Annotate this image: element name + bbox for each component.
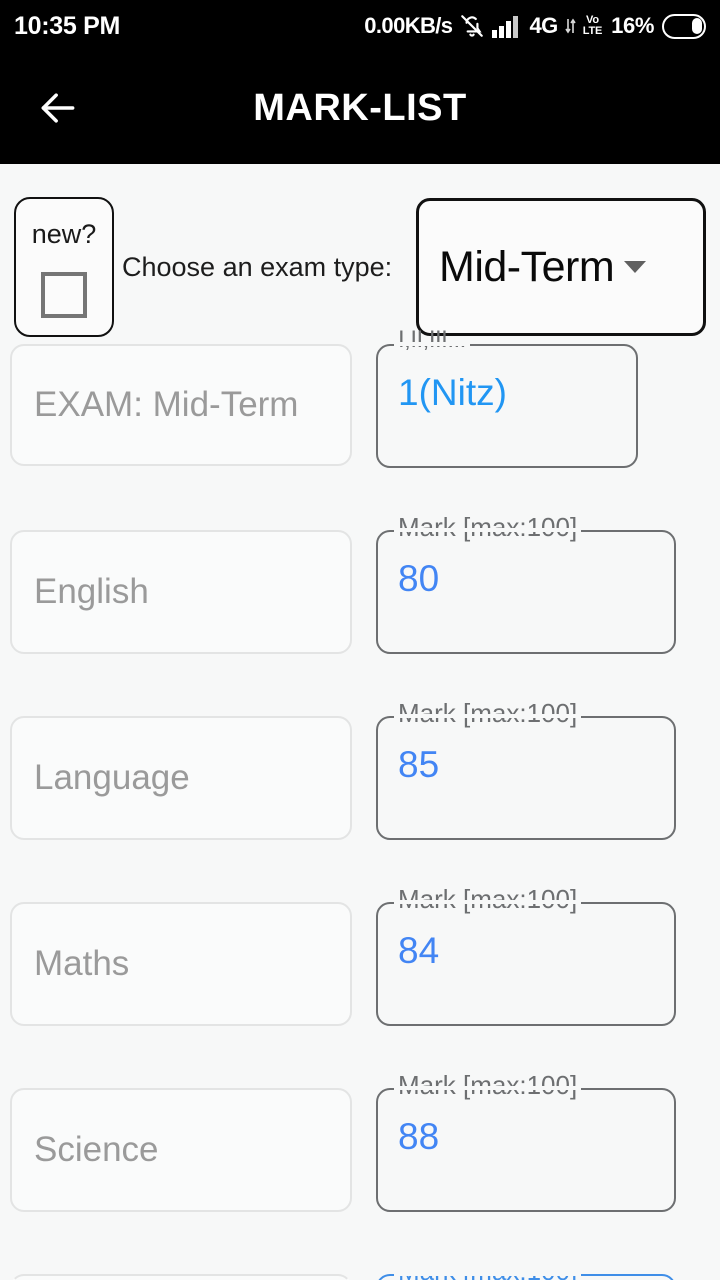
- subject-name-input[interactable]: English: [10, 530, 352, 654]
- mark-input-notch: [394, 1274, 581, 1276]
- mark-input[interactable]: Mark [max:100] 84: [376, 886, 676, 1026]
- subject-row: Mark [max:100]: [10, 1274, 710, 1280]
- mark-input-label: Mark [max:100]: [398, 698, 578, 728]
- subject-name-text: EXAM: Mid-Term: [34, 385, 299, 424]
- signal-bars-icon: [492, 14, 522, 38]
- mark-input-value: 88: [398, 1116, 440, 1157]
- subject-name-input[interactable]: Maths: [10, 902, 352, 1026]
- status-bar: 10:35 PM 0.00KB/s 4G Vo LTE 16%: [0, 0, 720, 52]
- mark-input[interactable]: Mark [max:100] 85: [376, 700, 676, 840]
- bell-mute-icon: [459, 13, 485, 39]
- battery-low-icon: [662, 13, 706, 39]
- mark-input-value: 1(Nitz): [398, 372, 507, 413]
- subject-name-input[interactable]: Science: [10, 1088, 352, 1212]
- page-title: MARK-LIST: [253, 86, 467, 129]
- mark-input-value: 85: [398, 744, 440, 785]
- data-transfer-icon: [565, 16, 576, 36]
- mark-input-value: 80: [398, 558, 440, 599]
- back-arrow-icon: [36, 86, 80, 130]
- mark-input-notch: [394, 528, 581, 532]
- mark-input-label: I,II,III...: [398, 326, 466, 353]
- subject-row: English Mark [max:100] 80: [10, 514, 710, 716]
- subject-name-input[interactable]: EXAM: Mid-Term: [10, 344, 352, 466]
- subject-name-text: Maths: [34, 944, 130, 983]
- status-clock: 10:35 PM: [14, 11, 120, 40]
- mark-input[interactable]: Mark [max:100] 80: [376, 514, 676, 654]
- mark-input-label: Mark [max:100]: [398, 1070, 578, 1100]
- subject-row: Language Mark [max:100] 85: [10, 700, 710, 902]
- subject-rows: EXAM: Mid-Term I,II,III... 1(Nitz) English M…: [0, 328, 720, 1280]
- volte-icon: Vo LTE: [582, 15, 603, 37]
- mark-input-notch: [394, 342, 470, 346]
- mark-input-notch: [394, 900, 581, 904]
- app-bar: MARK-LIST: [0, 52, 720, 164]
- subject-name-text: Language: [34, 758, 190, 797]
- mark-input-notch: [394, 1086, 581, 1090]
- exam-type-selected-value: Mid-Term: [439, 242, 615, 291]
- choose-exam-type-label: Choose an exam type:: [122, 251, 393, 282]
- mark-input[interactable]: Mark [max:100]: [376, 1274, 676, 1280]
- subject-row: Science Mark [max:100] 88: [10, 1072, 710, 1274]
- network-speed-label: 0.00KB/s: [364, 13, 453, 38]
- mark-list-content: new? Choose an exam type: Mid-Term EXAM:…: [0, 164, 720, 1280]
- subject-name-input[interactable]: Language: [10, 716, 352, 840]
- mark-input-label: Mark [max:100]: [398, 512, 578, 542]
- exam-type-control-row: new? Choose an exam type: Mid-Term: [0, 164, 720, 344]
- volte-bottom-label: LTE: [582, 25, 603, 37]
- new-exam-label: new?: [31, 219, 97, 249]
- subject-name-input[interactable]: [10, 1274, 352, 1280]
- network-type-label: 4G: [529, 13, 558, 38]
- battery-percent-label: 16%: [611, 13, 654, 38]
- exam-type-dropdown[interactable]: Mid-Term: [416, 198, 706, 336]
- mark-input[interactable]: Mark [max:100] 88: [376, 1072, 676, 1212]
- subject-name-text: Science: [34, 1130, 159, 1169]
- status-indicators: 0.00KB/s 4G Vo LTE 16%: [364, 13, 706, 39]
- subject-row: Maths Mark [max:100] 84: [10, 886, 710, 1088]
- unchecked-checkbox-icon[interactable]: [41, 272, 87, 318]
- new-exam-card[interactable]: new?: [14, 197, 114, 337]
- mark-input-label: Mark [max:100]: [398, 884, 578, 914]
- subject-name-text: English: [34, 572, 149, 611]
- mark-input[interactable]: I,II,III... 1(Nitz): [376, 328, 638, 468]
- back-button[interactable]: [10, 60, 106, 156]
- mark-input-notch: [394, 714, 581, 718]
- chevron-down-icon: [624, 261, 647, 273]
- mark-input-value: 84: [398, 930, 440, 971]
- battery-fill: [691, 18, 702, 34]
- subject-row: EXAM: Mid-Term I,II,III... 1(Nitz): [10, 328, 710, 530]
